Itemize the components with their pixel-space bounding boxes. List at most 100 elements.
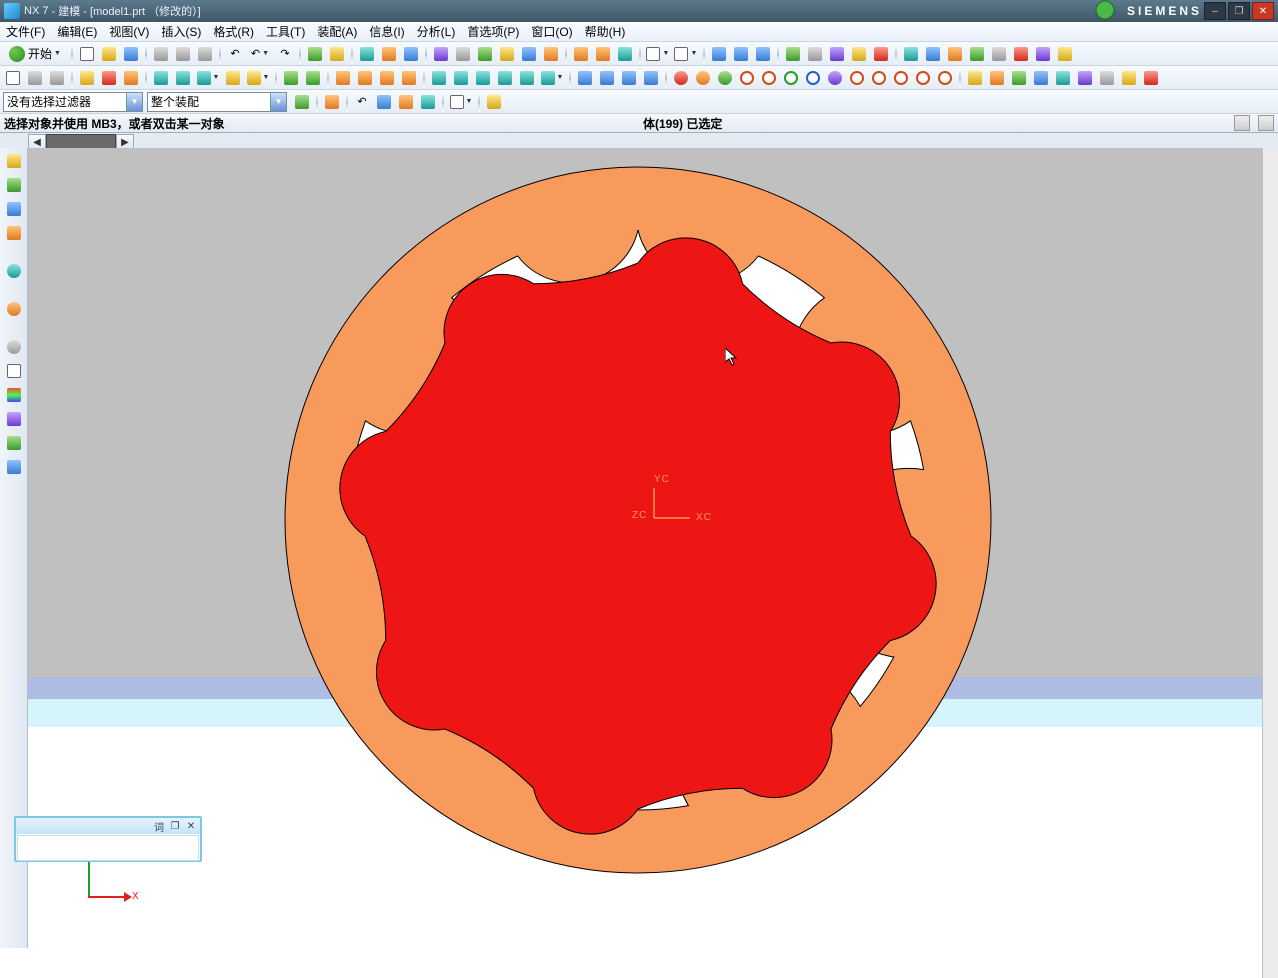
wcs-rot-icon[interactable] [303,68,323,88]
surf-b-icon[interactable] [987,68,1007,88]
chevron-down-icon[interactable]: ▼ [126,93,142,111]
cut-icon[interactable] [151,44,171,64]
erase-icon[interactable] [99,68,119,88]
surf-e-icon[interactable] [1053,68,1073,88]
menu-analysis[interactable]: 分析(L) [411,23,462,40]
menu-edit[interactable]: 编辑(E) [51,23,103,40]
prim-e-icon[interactable] [517,68,537,88]
filter-rect-icon[interactable]: ▼ [448,92,474,112]
undo-icon[interactable]: ↶ [225,44,245,64]
selection-filter-combo[interactable]: ▼ [3,92,143,112]
book-icon[interactable] [223,68,243,88]
start-button[interactable]: 开始 ▼ [2,44,68,64]
menu-format[interactable]: 格式(R) [207,23,260,40]
dock-hd3d-icon[interactable] [1,432,27,454]
pan-icon[interactable] [753,44,773,64]
filter-tool-b-icon[interactable] [322,92,342,112]
panel-tag-icon[interactable]: 词 [152,819,166,833]
cube-drop-icon[interactable]: ▼ [195,68,221,88]
hide-icon[interactable] [871,44,891,64]
filter-tool-a-icon[interactable] [292,92,312,112]
copy-icon[interactable] [173,44,193,64]
asm-b-icon[interactable] [597,68,617,88]
update-icon[interactable] [357,44,377,64]
menu-insert[interactable]: 插入(S) [155,23,207,40]
menu-window[interactable]: 窗口(O) [525,23,578,40]
donut-d-icon[interactable] [913,68,933,88]
line-icon[interactable] [967,44,987,64]
panel-close-icon[interactable]: ✕ [184,819,198,833]
surf-a-icon[interactable] [965,68,985,88]
floating-input-panel[interactable]: 词 ❐ ✕ [14,816,202,862]
prim-b-icon[interactable] [451,68,471,88]
dock-layers-icon[interactable] [1,360,27,382]
ball-red-icon[interactable] [671,68,691,88]
zoom-icon[interactable] [731,44,751,64]
spark-icon[interactable] [825,68,845,88]
wcs-icon[interactable] [281,68,301,88]
restore-button[interactable]: ❐ [1228,2,1250,20]
donut-e-icon[interactable] [935,68,955,88]
filter-undo-icon[interactable]: ↶ [352,92,372,112]
snap-icon[interactable] [827,44,847,64]
chevron-down-icon[interactable]: ▼ [270,93,286,111]
surf-h-icon[interactable] [1119,68,1139,88]
menu-view[interactable]: 视图(V) [103,23,155,40]
tool-b-icon[interactable] [453,44,473,64]
dock-constraint-icon[interactable] [1,222,27,244]
box-a-icon[interactable] [333,68,353,88]
selection-filter-value[interactable] [4,93,126,111]
tool-a-icon[interactable] [431,44,451,64]
dock-roles-icon[interactable] [1,298,27,320]
dock-navigator-icon[interactable] [1,150,27,172]
sel-invert-icon[interactable] [47,68,67,88]
extend-icon[interactable] [1055,44,1075,64]
surf-c-icon[interactable] [1009,68,1029,88]
paste-icon[interactable] [195,44,215,64]
paint-icon[interactable] [77,68,97,88]
command-finder-icon[interactable] [305,44,325,64]
trim-icon[interactable] [1011,44,1031,64]
prim-c-icon[interactable] [473,68,493,88]
donut-b-icon[interactable] [869,68,889,88]
dock-part-icon[interactable] [1,174,27,196]
menu-file[interactable]: 文件(F) [0,23,51,40]
highlight-icon[interactable] [121,68,141,88]
revolve-icon[interactable] [593,44,613,64]
spline-icon[interactable] [923,44,943,64]
surf-i-icon[interactable] [1141,68,1161,88]
ball-orange-icon[interactable] [693,68,713,88]
prim-d-icon[interactable] [495,68,515,88]
filter-tool-e-icon[interactable] [418,92,438,112]
render-mode-icon[interactable]: ▼ [645,44,671,64]
surf-f-icon[interactable] [1075,68,1095,88]
box-c-icon[interactable] [377,68,397,88]
open-file-icon[interactable] [99,44,119,64]
grid-icon[interactable] [805,44,825,64]
axis-toggle-icon[interactable] [783,44,803,64]
ring-a-icon[interactable] [737,68,757,88]
point-icon[interactable] [989,44,1009,64]
box-d-icon[interactable] [399,68,419,88]
assembly-scope-combo[interactable]: ▼ [147,92,287,112]
prim-e-drop-icon[interactable]: ▼ [539,68,565,88]
donut-a-icon[interactable] [847,68,867,88]
dock-assembly-icon[interactable] [1,198,27,220]
new-file-icon[interactable] [77,44,97,64]
save-icon[interactable] [121,44,141,64]
menu-info[interactable]: 信息(I) [363,23,410,40]
menu-preferences[interactable]: 首选项(P) [461,23,525,40]
redo-icon[interactable]: ↷ [275,44,295,64]
arc-icon[interactable] [945,44,965,64]
surf-g-icon[interactable] [1097,68,1117,88]
tool-f-icon[interactable] [541,44,561,64]
box-b-icon[interactable] [355,68,375,88]
sel-none-icon[interactable] [25,68,45,88]
menu-assembly[interactable]: 装配(A) [311,23,363,40]
menu-tools[interactable]: 工具(T) [260,23,311,40]
minimize-button[interactable]: – [1204,2,1226,20]
layer-icon[interactable] [849,44,869,64]
filter-tool-f-icon[interactable] [484,92,504,112]
extrude-icon[interactable] [571,44,591,64]
measure-icon[interactable] [327,44,347,64]
